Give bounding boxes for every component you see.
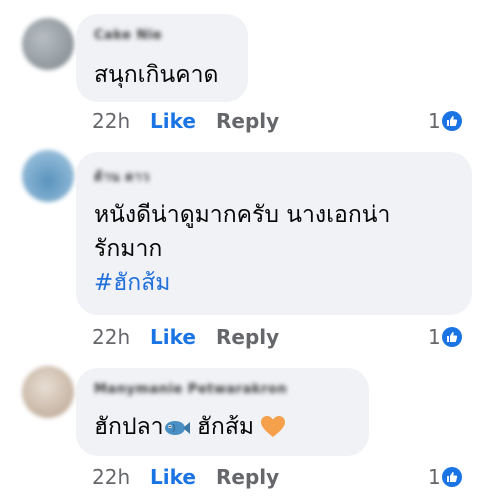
comment-author[interactable]: Cake Nie [94, 28, 162, 43]
like-button[interactable]: Like [150, 465, 216, 489]
comment-bubble: ต้าน ดาว หนังดีน่าดูมากครับ นางเอกน่า รั… [76, 152, 472, 315]
comment-timestamp[interactable]: 22h [92, 465, 150, 489]
hashtag-link[interactable]: #ฮักส้ม [94, 266, 456, 300]
like-reaction-icon [441, 467, 462, 487]
like-reaction-icon [441, 111, 462, 131]
comment-actions: 22h Like Reply [92, 325, 279, 349]
reply-button[interactable]: Reply [216, 465, 279, 489]
like-reaction-icon [441, 327, 462, 347]
comment-actions: 22h Like Reply [92, 465, 279, 489]
fish-icon [164, 414, 190, 448]
avatar[interactable] [22, 366, 74, 418]
comment-text-part: ฮักส้ม [189, 414, 262, 440]
comment-bubble: Manymanie Petwarakron ฮักปลา ฮักส้ม [76, 368, 369, 456]
avatar[interactable] [22, 18, 74, 70]
reaction-count: 1 [428, 109, 441, 133]
like-button[interactable]: Like [150, 325, 216, 349]
comment-timestamp[interactable]: 22h [92, 109, 150, 133]
comment-bubble: Cake Nie สนุกเกินคาด [76, 14, 248, 102]
comment-text: ฮักปลา ฮักส้ม [94, 410, 353, 448]
reply-button[interactable]: Reply [216, 109, 279, 133]
comment-author[interactable]: ต้าน ดาว [94, 166, 150, 187]
comment-author[interactable]: Manymanie Petwarakron [94, 382, 287, 397]
like-button[interactable]: Like [150, 109, 216, 133]
comment-text: หนังดีน่าดูมากครับ นางเอกน่า รักมาก #ฮัก… [94, 198, 456, 300]
comment-text-line: รักมาก [94, 236, 163, 262]
comment-timestamp[interactable]: 22h [92, 325, 150, 349]
comment-text-line: หนังดีน่าดูมากครับ นางเอกน่า [94, 202, 391, 228]
reaction-count: 1 [428, 325, 441, 349]
reaction-summary[interactable]: 1 [428, 465, 462, 489]
comment-actions: 22h Like Reply [92, 109, 279, 133]
reaction-summary[interactable]: 1 [428, 109, 462, 133]
avatar[interactable] [22, 150, 74, 202]
comment-text-part: ฮักปลา [94, 414, 164, 440]
reply-button[interactable]: Reply [216, 325, 279, 349]
comment-text: สนุกเกินคาด [94, 62, 219, 88]
reaction-count: 1 [428, 465, 441, 489]
orange-heart-icon [261, 414, 286, 448]
reaction-summary[interactable]: 1 [428, 325, 462, 349]
